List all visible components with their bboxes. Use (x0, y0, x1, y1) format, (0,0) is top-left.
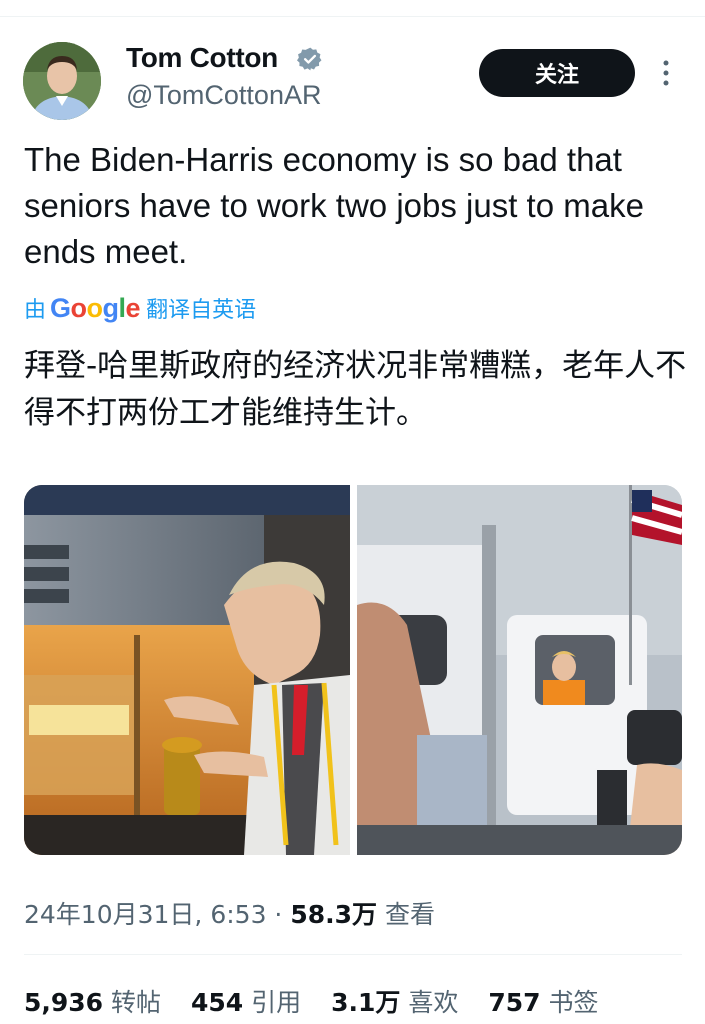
verified-badge-icon (297, 47, 322, 71)
author-handle[interactable]: @TomCottonAR (126, 80, 321, 111)
stat-label: 喜欢 (408, 988, 459, 1017)
stat-count: 5,936 (24, 988, 104, 1017)
avatar-image (23, 42, 101, 120)
translated-text: 拜登-哈里斯政府的经济状况非常糟糕，老年人不得不打两份工才能维持生计。 (24, 348, 687, 431)
author-name[interactable]: Tom Cotton (126, 42, 278, 74)
media-photo-2[interactable] (357, 485, 682, 855)
stat-retweets[interactable]: 5,936 转帖 (24, 988, 169, 1017)
follow-button[interactable]: 关注 (479, 49, 635, 97)
stat-label: 书签 (548, 988, 599, 1017)
stat-count: 757 (488, 988, 541, 1017)
more-vertical-icon[interactable] (656, 58, 676, 88)
garbage-truck-photo (357, 485, 682, 855)
stat-label: 引用 (251, 988, 302, 1017)
timestamp[interactable]: 24年10月31日, 6:53 (24, 900, 266, 929)
top-divider (0, 16, 705, 17)
google-logo: Google (50, 292, 141, 323)
stat-count: 3.1万 (331, 988, 401, 1017)
avatar[interactable] (23, 42, 101, 120)
fry-station-photo (24, 485, 350, 855)
meta-separator: · (274, 900, 283, 929)
stat-bookmarks[interactable]: 757 书签 (488, 988, 598, 1017)
stat-likes[interactable]: 3.1万 喜欢 (331, 988, 466, 1017)
stat-quotes[interactable]: 454 引用 (191, 988, 309, 1017)
views-label: 查看 (384, 900, 435, 929)
translation-attribution[interactable]: 由 Google 翻译自英语 (24, 292, 256, 324)
stat-label: 转帖 (111, 988, 162, 1017)
tweet-text: The Biden-Harris economy is so bad that … (24, 141, 644, 270)
stats-divider (24, 954, 682, 955)
media-photo-1[interactable] (24, 485, 350, 855)
stat-count: 454 (191, 988, 244, 1017)
views-count: 58.3万 (290, 900, 378, 929)
translation-suffix: 翻译自英语 (146, 298, 257, 323)
engagement-stats: 5,936 转帖 454 引用 3.1万 喜欢 757 书签 (24, 983, 620, 1019)
tweet-meta: 24年10月31日, 6:53 · 58.3万 查看 (24, 895, 435, 931)
translation-prefix: 由 (24, 298, 47, 323)
